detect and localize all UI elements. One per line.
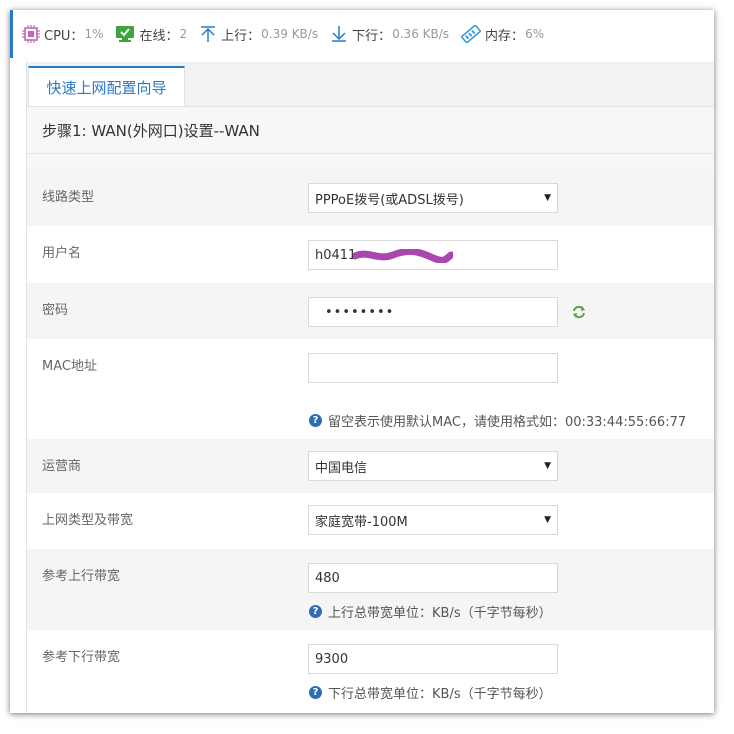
step-title: 步骤1: WAN(外网口)设置--WAN [27,107,714,154]
row-download-bandwidth: 参考下行带宽 9300 ? 下行总带宽单位：KB/s（千字节每秒） [27,630,714,713]
line-type-select[interactable]: PPPoE拨号(或ADSL拨号) ▼ [308,183,558,213]
line-type-label: 线路类型 [42,190,95,205]
cpu-label: CPU： [44,28,84,44]
access-type-value: 家庭宽带-100M [315,514,408,530]
upload-bandwidth-input[interactable]: 480 [308,563,558,593]
username-value: h0411 [315,247,357,263]
memory-value: 6% [525,27,545,41]
password-input[interactable]: •••••••• [308,297,558,327]
dropdown-arrow-icon: ▼ [544,515,551,525]
row-upload-bandwidth: 参考上行带宽 480 ? 上行总带宽单位：KB/s（千字节每秒） [27,549,714,630]
access-type-select[interactable]: 家庭宽带-100M ▼ [308,505,558,535]
password-value: •••••••• [325,304,395,320]
upload-bandwidth-value: 480 [315,570,340,586]
upload-stat: 上行： 0.39 KB/s [199,25,318,44]
download-value: 0.36 KB/s [392,27,450,41]
access-type-label: 上网类型及带宽 [42,513,134,528]
cpu-value: 1% [84,27,104,41]
download-bandwidth-label: 参考下行带宽 [42,650,121,665]
isp-label: 运营商 [42,459,82,474]
password-label: 密码 [42,303,69,318]
cpu-icon [22,25,40,43]
upload-bandwidth-hint-text: 上行总带宽单位：KB/s（千字节每秒） [328,606,552,621]
upload-label: 上行： [221,28,261,44]
help-icon: ? [309,686,322,699]
username-label: 用户名 [42,246,82,261]
row-password: 密码 •••••••• [27,283,714,339]
status-bar: CPU： 1% 在线： 2 上行： 0.39 KB/s 下行： 0.36 KB/… [10,10,714,58]
mac-hint: ? 留空表示使用默认MAC，请使用格式如：00:33:44:55:66:77 [309,411,686,430]
online-value: 2 [179,27,188,41]
row-username: 用户名 h0411 [27,226,714,283]
router-admin-window: CPU： 1% 在线： 2 上行： 0.39 KB/s 下行： 0.36 KB/… [10,10,714,713]
mac-input[interactable] [308,353,558,383]
redaction-scribble [353,249,453,263]
download-bandwidth-hint-text: 下行总带宽单位：KB/s（千字节每秒） [328,687,552,702]
download-stat: 下行： 0.36 KB/s [330,25,449,44]
isp-value: 中国电信 [315,460,368,476]
username-input[interactable]: h0411 [308,240,558,270]
mac-label: MAC地址 [42,359,97,374]
online-stat: 在线： 2 [115,25,187,44]
tab-quick-setup-wizard[interactable]: 快速上网配置向导 [28,66,185,106]
online-label: 在线： [139,28,179,44]
line-type-value: PPPoE拨号(或ADSL拨号) [315,192,464,208]
status-bar-accent [10,10,13,58]
cpu-stat: CPU： 1% [22,25,103,44]
mac-hint-text: 留空表示使用默认MAC，请使用格式如：00:33:44:55:66:77 [328,415,687,430]
help-icon: ? [309,414,322,427]
row-isp: 运营商 中国电信 ▼ [27,439,714,493]
row-mac: MAC地址 ? 留空表示使用默认MAC，请使用格式如：00:33:44:55:6… [27,339,714,439]
download-label: 下行： [352,28,392,44]
row-access-type: 上网类型及带宽 家庭宽带-100M ▼ [27,493,714,549]
row-line-type: 线路类型 PPPoE拨号(或ADSL拨号) ▼ [27,170,714,226]
memory-stat: 内存： 6% [461,25,544,44]
download-arrow-icon [332,26,347,42]
memory-chip-icon [461,25,482,43]
upload-bandwidth-label: 参考上行带宽 [42,569,121,584]
isp-select[interactable]: 中国电信 ▼ [308,451,558,481]
memory-label: 内存： [485,28,525,44]
upload-bandwidth-hint: ? 上行总带宽单位：KB/s（千字节每秒） [309,602,552,621]
wizard-panel: 快速上网配置向导 步骤1: WAN(外网口)设置--WAN 线路类型 PPPoE… [26,62,714,713]
upload-value: 0.39 KB/s [261,27,319,41]
wan-settings-form: 线路类型 PPPoE拨号(或ADSL拨号) ▼ 用户名 h0411 密码 •••… [27,170,714,713]
tab-bar: 快速上网配置向导 [27,62,714,107]
upload-arrow-icon [201,26,216,42]
dropdown-arrow-icon: ▼ [544,193,551,203]
download-bandwidth-value: 9300 [315,651,349,667]
dropdown-arrow-icon: ▼ [544,461,551,471]
refresh-icon[interactable] [572,305,586,319]
help-icon: ? [309,605,322,618]
download-bandwidth-hint: ? 下行总带宽单位：KB/s（千字节每秒） [309,683,552,702]
download-bandwidth-input[interactable]: 9300 [308,644,558,674]
monitor-check-icon [116,26,135,42]
